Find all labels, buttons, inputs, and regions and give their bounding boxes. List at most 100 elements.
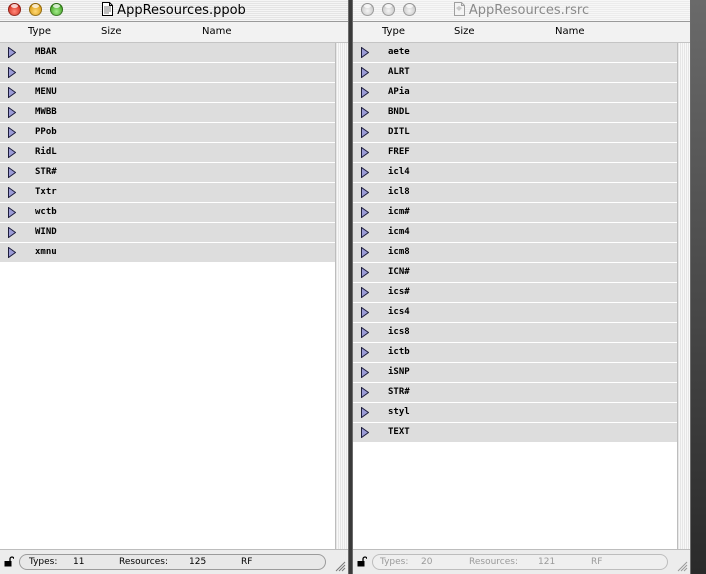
column-header-name[interactable]: Name — [555, 26, 585, 37]
disclosure-triangle-icon[interactable] — [361, 167, 369, 178]
disclosure-triangle-icon[interactable] — [361, 147, 369, 158]
resource-type-row[interactable]: MENU — [0, 83, 336, 102]
vertical-scrollbar[interactable] — [677, 43, 690, 550]
disclosure-triangle-icon[interactable] — [361, 227, 369, 238]
resource-type-row[interactable]: icl8 — [353, 183, 678, 202]
disclosure-triangle-icon[interactable] — [8, 147, 16, 158]
disclosure-triangle-icon[interactable] — [361, 127, 369, 138]
resource-type-row[interactable]: ics# — [353, 283, 678, 302]
resource-type-label: Mcmd — [35, 67, 57, 77]
resource-type-label: aete — [388, 47, 410, 57]
types-label: Types: — [380, 557, 409, 567]
resource-type-label: RidL — [35, 147, 57, 157]
resource-type-row[interactable]: iSNP — [353, 363, 678, 382]
window-title: AppResources.rsrc — [353, 2, 690, 19]
resource-type-row[interactable]: icm4 — [353, 223, 678, 242]
status-info: Types: 20 Resources: 121 RF — [372, 554, 668, 570]
disclosure-triangle-icon[interactable] — [361, 307, 369, 318]
disclosure-triangle-icon[interactable] — [361, 387, 369, 398]
column-header-type[interactable]: Type — [28, 26, 51, 37]
resource-type-label: styl — [388, 407, 410, 417]
types-count: 11 — [73, 557, 85, 567]
column-header-name[interactable]: Name — [202, 26, 232, 37]
resource-type-row[interactable]: BNDL — [353, 103, 678, 122]
vertical-scrollbar[interactable] — [335, 43, 348, 550]
resource-type-label: APia — [388, 87, 410, 97]
resource-type-label: icl8 — [388, 187, 410, 197]
resource-type-row[interactable]: APia — [353, 83, 678, 102]
disclosure-triangle-icon[interactable] — [361, 67, 369, 78]
resource-type-row[interactable]: icl4 — [353, 163, 678, 182]
disclosure-triangle-icon[interactable] — [361, 427, 369, 438]
resource-type-label: ics4 — [388, 307, 410, 317]
disclosure-triangle-icon[interactable] — [361, 367, 369, 378]
resource-type-row[interactable]: ALRT — [353, 63, 678, 82]
disclosure-triangle-icon[interactable] — [361, 107, 369, 118]
resource-type-label: icl4 — [388, 167, 410, 177]
resource-type-label: ALRT — [388, 67, 410, 77]
disclosure-triangle-icon[interactable] — [8, 47, 16, 58]
status-bar: Types: 20 Resources: 121 RF — [353, 549, 690, 574]
resource-type-row[interactable]: MBAR — [0, 43, 336, 62]
resource-type-row[interactable]: styl — [353, 403, 678, 422]
resource-type-row[interactable]: ictb — [353, 343, 678, 362]
disclosure-triangle-icon[interactable] — [361, 87, 369, 98]
disclosure-triangle-icon[interactable] — [361, 407, 369, 418]
resource-type-row[interactable]: MWBB — [0, 103, 336, 122]
resize-grip-icon[interactable] — [677, 561, 688, 572]
disclosure-triangle-icon[interactable] — [8, 127, 16, 138]
title-bar[interactable]: AppResources.ppob — [0, 0, 348, 22]
resource-type-row[interactable]: Txtr — [0, 183, 336, 202]
resource-type-label: ics# — [388, 287, 410, 297]
disclosure-triangle-icon[interactable] — [361, 267, 369, 278]
disclosure-triangle-icon[interactable] — [8, 227, 16, 238]
disclosure-triangle-icon[interactable] — [8, 247, 16, 258]
resource-type-row[interactable]: STR# — [0, 163, 336, 182]
resize-grip-icon[interactable] — [335, 561, 346, 572]
resource-type-label: ICN# — [388, 267, 410, 277]
types-count: 20 — [421, 557, 433, 567]
disclosure-triangle-icon[interactable] — [8, 87, 16, 98]
window-appresources-ppob: AppResources.ppob Type Size Name MBAR Mcm… — [0, 0, 348, 574]
disclosure-triangle-icon[interactable] — [8, 107, 16, 118]
disclosure-triangle-icon[interactable] — [8, 167, 16, 178]
resource-type-row[interactable]: ics4 — [353, 303, 678, 322]
lock-icon[interactable] — [357, 556, 367, 567]
window-appresources-rsrc: AppResources.rsrc Type Size Name aete ALR… — [353, 0, 690, 574]
disclosure-triangle-icon[interactable] — [8, 67, 16, 78]
resource-type-row[interactable]: TEXT — [353, 423, 678, 442]
resource-type-row[interactable]: wctb — [0, 203, 336, 222]
resource-type-row[interactable]: ICN# — [353, 263, 678, 282]
resource-type-row[interactable]: aete — [353, 43, 678, 62]
resource-type-row[interactable]: RidL — [0, 143, 336, 162]
resource-type-row[interactable]: Mcmd — [0, 63, 336, 82]
window-title-text: AppResources.ppob — [117, 3, 246, 18]
disclosure-triangle-icon[interactable] — [361, 187, 369, 198]
resource-type-label: icm8 — [388, 247, 410, 257]
resource-type-row[interactable]: xmnu — [0, 243, 336, 262]
resource-type-row[interactable]: WIND — [0, 223, 336, 242]
column-header-size[interactable]: Size — [454, 26, 475, 37]
resource-type-label: MBAR — [35, 47, 57, 57]
lock-icon[interactable] — [4, 556, 14, 567]
resource-type-row[interactable]: ics8 — [353, 323, 678, 342]
disclosure-triangle-icon[interactable] — [361, 327, 369, 338]
resource-type-row[interactable]: PPob — [0, 123, 336, 142]
column-header-type[interactable]: Type — [382, 26, 405, 37]
resource-type-row[interactable]: FREF — [353, 143, 678, 162]
disclosure-triangle-icon[interactable] — [8, 187, 16, 198]
disclosure-triangle-icon[interactable] — [361, 247, 369, 258]
disclosure-triangle-icon[interactable] — [8, 207, 16, 218]
title-bar[interactable]: AppResources.rsrc — [353, 0, 690, 22]
resource-type-row[interactable]: STR# — [353, 383, 678, 402]
disclosure-triangle-icon[interactable] — [361, 347, 369, 358]
window-title-text: AppResources.rsrc — [468, 3, 590, 18]
resource-type-row[interactable]: icm# — [353, 203, 678, 222]
disclosure-triangle-icon[interactable] — [361, 207, 369, 218]
disclosure-triangle-icon[interactable] — [361, 287, 369, 298]
fork-label: RF — [241, 557, 253, 567]
resource-type-row[interactable]: DITL — [353, 123, 678, 142]
resource-type-row[interactable]: icm8 — [353, 243, 678, 262]
column-header-size[interactable]: Size — [101, 26, 122, 37]
disclosure-triangle-icon[interactable] — [361, 47, 369, 58]
